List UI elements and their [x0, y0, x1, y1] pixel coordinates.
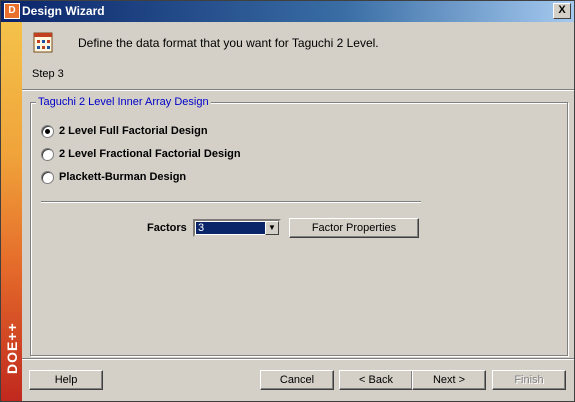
design-panel: 2 Level Full Factorial Design 2 Level Fr… — [30, 96, 568, 356]
window-title: Design Wizard — [22, 4, 105, 18]
finish-button[interactable]: Finish — [492, 370, 566, 390]
options-divider — [41, 201, 421, 203]
brand-strip: DOE++ — [0, 22, 22, 402]
radio-button[interactable] — [41, 170, 54, 184]
next-button[interactable]: Next > — [412, 370, 486, 390]
radio-plackett-burman[interactable]: Plackett-Burman Design — [41, 169, 186, 185]
radio-fractional-factorial[interactable]: 2 Level Fractional Factorial Design — [41, 146, 241, 162]
chevron-down-icon[interactable]: ▼ — [265, 221, 279, 235]
step-label: Step 3 — [32, 68, 64, 80]
factors-value: 3 — [196, 222, 266, 234]
factors-dropdown[interactable]: 3 ▼ — [193, 219, 281, 237]
footer-divider — [22, 358, 575, 360]
radio-label: 2 Level Fractional Factorial Design — [59, 148, 241, 160]
factor-properties-button[interactable]: Factor Properties — [289, 218, 419, 238]
brand-logo: DOE++ — [4, 322, 20, 374]
app-icon: D — [4, 3, 20, 19]
radio-button[interactable] — [41, 147, 54, 161]
radio-label: Plackett-Burman Design — [59, 171, 187, 183]
factors-label: Factors — [147, 222, 187, 234]
close-button[interactable]: X — [553, 3, 571, 19]
header-divider — [22, 89, 575, 91]
radio-label: 2 Level Full Factorial Design — [59, 125, 208, 137]
wizard-header: Define the data format that you want for… — [22, 22, 575, 90]
group-title: Taguchi 2 Level Inner Array Design — [36, 96, 211, 108]
wizard-step-icon — [33, 32, 53, 53]
cancel-button[interactable]: Cancel — [260, 370, 334, 390]
design-groupbox: 2 Level Full Factorial Design 2 Level Fr… — [30, 102, 568, 356]
title-bar: D Design Wizard X — [0, 0, 575, 22]
radio-full-factorial[interactable]: 2 Level Full Factorial Design — [41, 123, 208, 139]
back-button[interactable]: < Back — [339, 370, 413, 390]
help-button[interactable]: Help — [29, 370, 103, 390]
radio-button-checked[interactable] — [41, 124, 54, 138]
wizard-instruction: Define the data format that you want for… — [78, 36, 379, 50]
